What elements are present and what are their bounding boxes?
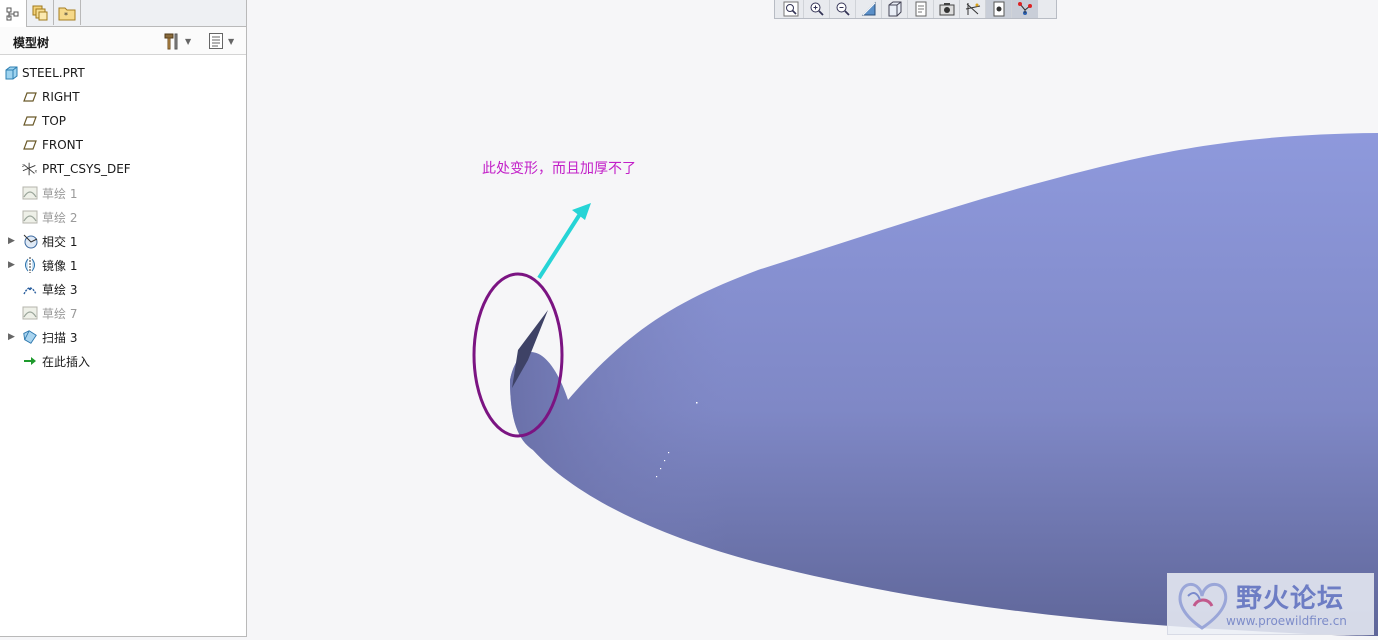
datum-plane-icon [22, 89, 38, 105]
tree-item-label: RIGHT [42, 90, 80, 104]
svg-text:x: x [34, 170, 37, 175]
coordinate-system-icon: zx [22, 161, 38, 177]
tree-columns-button[interactable]: ▼ [208, 31, 234, 51]
panel-title: 模型树 [13, 36, 50, 50]
watermark-title: 野火论坛 [1236, 584, 1345, 614]
tree-item-sweep-3[interactable]: ▶ 扫描 3 [0, 326, 244, 348]
expand-arrow-icon[interactable]: ▶ [8, 332, 16, 342]
insert-here-arrow-icon [22, 353, 38, 369]
surface-shading [510, 133, 1378, 636]
view-manager-icon [939, 3, 954, 16]
annotation-arrow [537, 203, 591, 280]
refit-button[interactable] [778, 0, 804, 18]
tree-item-insert-here[interactable]: 在此插入 [0, 350, 244, 372]
sketch-icon [22, 209, 38, 225]
zoom-in-icon [810, 2, 824, 16]
view-toolbar [774, 0, 1057, 19]
tab-layers[interactable] [27, 0, 54, 25]
part-icon [3, 65, 19, 81]
mirror-icon [22, 257, 38, 273]
display-style-icon [888, 1, 901, 17]
tree-item-top[interactable]: TOP [0, 110, 244, 132]
intersect-icon [22, 233, 38, 249]
tree-item-label: 镜像 1 [42, 258, 78, 273]
watermark-url: www.proewildfire.cn [1226, 614, 1347, 628]
datum-plane-icon [22, 137, 38, 153]
tree-item-label: 扫描 3 [42, 330, 78, 345]
model-tree-icon [6, 7, 19, 20]
tree-item-label: 在此插入 [42, 354, 91, 369]
tree-item-label: FRONT [42, 138, 83, 152]
tree-item-steel-prt[interactable]: STEEL.PRT [0, 62, 244, 84]
datum-display-icon [965, 3, 980, 15]
wildfire-logo-icon [1178, 582, 1228, 630]
tree-item-mirror-1[interactable]: ▶ 镜像 1 [0, 254, 244, 276]
model-tree-panel: * 模型树 ▼ ▼ STEEL.PRT RIGHT TOP FRONT z x … [0, 0, 247, 637]
display-style-button[interactable] [882, 0, 908, 18]
sketch-icon [22, 185, 38, 201]
tree-item-right[interactable]: RIGHT [0, 86, 244, 108]
tree-item-sketch-1[interactable]: 草绘 1 [0, 182, 244, 204]
forum-watermark: 野火论坛 www.proewildfire.cn [1167, 573, 1374, 635]
sweep-icon [22, 329, 38, 345]
tab-model-tree[interactable] [0, 0, 27, 27]
zoom-in-button[interactable] [804, 0, 830, 18]
spin-center-icon [993, 1, 1004, 17]
settings-hammer-icon [164, 33, 178, 50]
tree-settings-button[interactable]: ▼ [163, 31, 191, 51]
saved-views-icon [915, 1, 926, 17]
expand-arrow-icon[interactable]: ▶ [8, 260, 16, 270]
tree-item-intersect-1[interactable]: ▶ 相交 1 [0, 230, 244, 252]
tree-item-label: 草绘 3 [42, 282, 78, 297]
spin-center-button[interactable] [986, 0, 1012, 18]
layers-icon [32, 5, 48, 20]
repaint-icon [861, 1, 875, 16]
model-tree-header: 模型树 ▼ ▼ [0, 27, 246, 55]
tree-item-label: 草绘 1 [42, 186, 78, 201]
tree-item-sketch-7[interactable]: 草绘 7 [0, 302, 244, 324]
tree-item-label: PRT_CSYS_DEF [42, 162, 131, 176]
refit-icon [783, 1, 798, 17]
annotation-display-button[interactable] [1012, 0, 1038, 18]
model-view [472, 133, 1378, 636]
tree-item-label: STEEL.PRT [22, 66, 85, 80]
tree-item-label: TOP [42, 114, 67, 128]
tree-columns-icon [209, 33, 223, 49]
datum-display-button[interactable] [960, 0, 986, 18]
chevron-down-icon: ▼ [228, 36, 235, 46]
favorites-folder-icon: * [58, 7, 76, 20]
annotation-note: 此处变形，而且加厚不了 [482, 161, 636, 177]
expand-arrow-icon[interactable]: ▶ [8, 236, 16, 246]
zoom-out-icon [836, 2, 850, 16]
annotation-display-icon [1018, 2, 1032, 15]
tree-item-front[interactable]: FRONT [0, 134, 244, 156]
repaint-button[interactable] [856, 0, 882, 18]
sketch-icon [22, 281, 38, 297]
tree-item-prt-csys-def[interactable]: zx PRT_CSYS_DEF [0, 158, 244, 180]
tree-item-sketch-3[interactable]: 草绘 3 [0, 278, 244, 300]
saved-views-button[interactable] [908, 0, 934, 18]
sketch-icon [22, 305, 38, 321]
chevron-down-icon: ▼ [185, 36, 192, 46]
tree-item-sketch-2[interactable]: 草绘 2 [0, 206, 244, 228]
svg-text:*: * [64, 11, 68, 20]
panel-tab-bar: * [0, 0, 246, 27]
datum-plane-icon [22, 113, 38, 129]
tree-item-label: 草绘 7 [42, 306, 78, 321]
tree-item-label: 相交 1 [42, 234, 78, 249]
view-manager-button[interactable] [934, 0, 960, 18]
tree-item-label: 草绘 2 [42, 210, 78, 225]
graphics-window[interactable] [248, 0, 1378, 640]
zoom-out-button[interactable] [830, 0, 856, 18]
tab-favorites[interactable]: * [54, 0, 81, 25]
